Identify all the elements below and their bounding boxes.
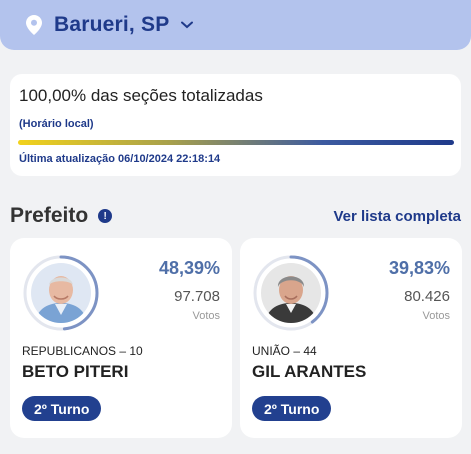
candidate-vote-count: 97.708 [174, 288, 220, 305]
candidate-name: BETO PITERI [22, 362, 129, 381]
avatar [261, 263, 321, 323]
totalization-status-card: 100,00% das seções totalizadas (Horário … [10, 74, 461, 176]
totalization-percent-text: 100,00% das seções totalizadas [19, 86, 263, 105]
chevron-down-icon[interactable] [181, 21, 194, 29]
candidate-vote-count: 80.426 [404, 288, 450, 305]
location-bar[interactable]: Barueri, SP [0, 0, 471, 50]
local-time-note: (Horário local) [19, 118, 94, 130]
avatar [31, 263, 91, 323]
votes-label: Votos [422, 310, 450, 322]
section-header: Prefeito ! Ver lista completa [10, 203, 461, 229]
totalization-progress-bar [18, 140, 454, 145]
candidate-name: GIL ARANTES [252, 362, 367, 381]
candidate-card[interactable]: 48,39% 97.708 Votos REPUBLICANOS – 10 BE… [10, 238, 232, 438]
candidate-card[interactable]: 39,83% 80.426 Votos UNIÃO – 44 GIL ARANT… [240, 238, 462, 438]
candidate-avatar-ring [252, 254, 330, 332]
candidate-vote-percent: 48,39% [158, 258, 220, 278]
candidate-vote-percent: 39,83% [388, 258, 450, 278]
votes-label: Votos [192, 310, 220, 322]
view-full-list-link[interactable]: Ver lista completa [333, 208, 461, 225]
candidate-party: REPUBLICANOS – 10 [22, 344, 143, 358]
city-name: Barueri, SP [54, 13, 170, 36]
candidate-avatar-ring [22, 254, 100, 332]
second-round-badge: 2º Turno [252, 396, 332, 421]
last-update-text: Última atualização 06/10/2024 22:18:14 [19, 153, 221, 165]
candidate-party: UNIÃO – 44 [252, 344, 317, 358]
second-round-badge: 2º Turno [22, 396, 102, 421]
section-title: Prefeito [10, 204, 89, 227]
info-icon[interactable]: ! [98, 209, 113, 223]
map-pin-icon [26, 15, 42, 35]
